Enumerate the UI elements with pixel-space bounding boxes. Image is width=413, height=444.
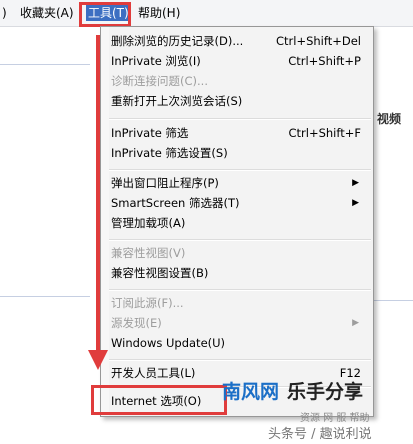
watermark-small-text: 资源 网 服 帮助 [300, 413, 370, 424]
menu-favorites[interactable]: 收藏夹(A) [20, 5, 74, 21]
menu-item-diagnose-connection: 诊断连接问题(C)... [111, 71, 367, 91]
menu-item-label: Windows Update(U) [111, 336, 226, 350]
menu-item-delete-history[interactable]: 删除浏览的历史记录(D)... Ctrl+Shift+Del [111, 31, 367, 51]
tools-dropdown-menu: 删除浏览的历史记录(D)... Ctrl+Shift+Del InPrivate… [100, 26, 374, 417]
menu-item-reopen-session[interactable]: 重新打开上次浏览会话(S) [111, 91, 367, 111]
menu-item-windows-update[interactable]: Windows Update(U) [111, 333, 367, 353]
menu-item-label: InPrivate 筛选 [111, 126, 189, 140]
watermark-bottom-text: 头条号 / 趣说利说 [268, 427, 372, 442]
video-link[interactable]: 视频 [377, 110, 401, 127]
menu-item-label: 兼容性视图设置(B) [111, 266, 209, 280]
menu-item-compat-view-settings[interactable]: 兼容性视图设置(B) [111, 263, 367, 283]
menu-item-smartscreen[interactable]: SmartScreen 筛选器(T) ▶ [111, 193, 367, 213]
menu-separator [109, 289, 371, 291]
menu-item-label: 开发人员工具(L) [111, 366, 196, 380]
menu-item-inprivate-filter-settings[interactable]: InPrivate 筛选设置(S) [111, 143, 367, 163]
menu-item-label: 弹出窗口阻止程序(P) [111, 176, 219, 190]
watermark-brand: 南风网 乐手分享 [222, 377, 363, 404]
bg-divider [372, 300, 413, 301]
menu-separator [109, 118, 371, 120]
menu-item-feed-discovery: 源发现(E) ▶ [111, 313, 367, 333]
menu-item-label: 订阅此源(F)... [111, 296, 184, 310]
menu-separator [109, 239, 371, 241]
shortcut-label: Ctrl+Shift+F [288, 126, 362, 140]
shortcut-label: Ctrl+Shift+Del [276, 34, 361, 48]
menu-item-subscribe-feed: 订阅此源(F)... [111, 293, 367, 313]
menu-separator [109, 169, 371, 171]
menu-item-label: 源发现(E) [111, 316, 162, 330]
menu-fragment[interactable]: ) [2, 5, 7, 21]
menu-item-inprivate-browsing[interactable]: InPrivate 浏览(I) Ctrl+Shift+P [111, 51, 367, 71]
menu-item-manage-addons[interactable]: 管理加载项(A) [111, 213, 367, 233]
menu-item-popup-blocker[interactable]: 弹出窗口阻止程序(P) ▶ [111, 173, 367, 193]
annotation-arrow-line [96, 35, 100, 353]
submenu-arrow-icon: ▶ [352, 178, 359, 188]
menu-separator [109, 359, 371, 361]
annotation-arrow-head-icon [88, 350, 108, 370]
shortcut-label: Ctrl+Shift+P [288, 54, 361, 68]
menu-item-label: 诊断连接问题(C)... [111, 74, 208, 88]
menu-item-label: 兼容性视图(V) [111, 246, 186, 260]
watermark-brand-name: 南风网 [222, 381, 280, 403]
submenu-arrow-icon: ▶ [352, 198, 359, 208]
submenu-arrow-icon: ▶ [352, 318, 359, 328]
menu-item-label: 删除浏览的历史记录(D)... [111, 34, 244, 48]
menu-item-label: InPrivate 筛选设置(S) [111, 146, 228, 160]
internet-options-highlight-box [91, 385, 227, 415]
menu-bar: ) 收藏夹(A) 工具(T) 帮助(H) [0, 0, 413, 27]
menu-item-label: 重新打开上次浏览会话(S) [111, 94, 243, 108]
menu-item-inprivate-filter[interactable]: InPrivate 筛选 Ctrl+Shift+F [111, 123, 367, 143]
menu-help[interactable]: 帮助(H) [138, 5, 180, 21]
bg-divider [0, 64, 90, 65]
watermark-slogan: 乐手分享 [287, 381, 364, 403]
menu-item-label: 管理加载项(A) [111, 216, 186, 230]
menu-item-label: SmartScreen 筛选器(T) [111, 196, 240, 210]
tools-highlight-box [79, 2, 131, 27]
bg-divider [0, 296, 90, 297]
menu-item-label: InPrivate 浏览(I) [111, 54, 201, 68]
menu-item-compat-view: 兼容性视图(V) [111, 243, 367, 263]
